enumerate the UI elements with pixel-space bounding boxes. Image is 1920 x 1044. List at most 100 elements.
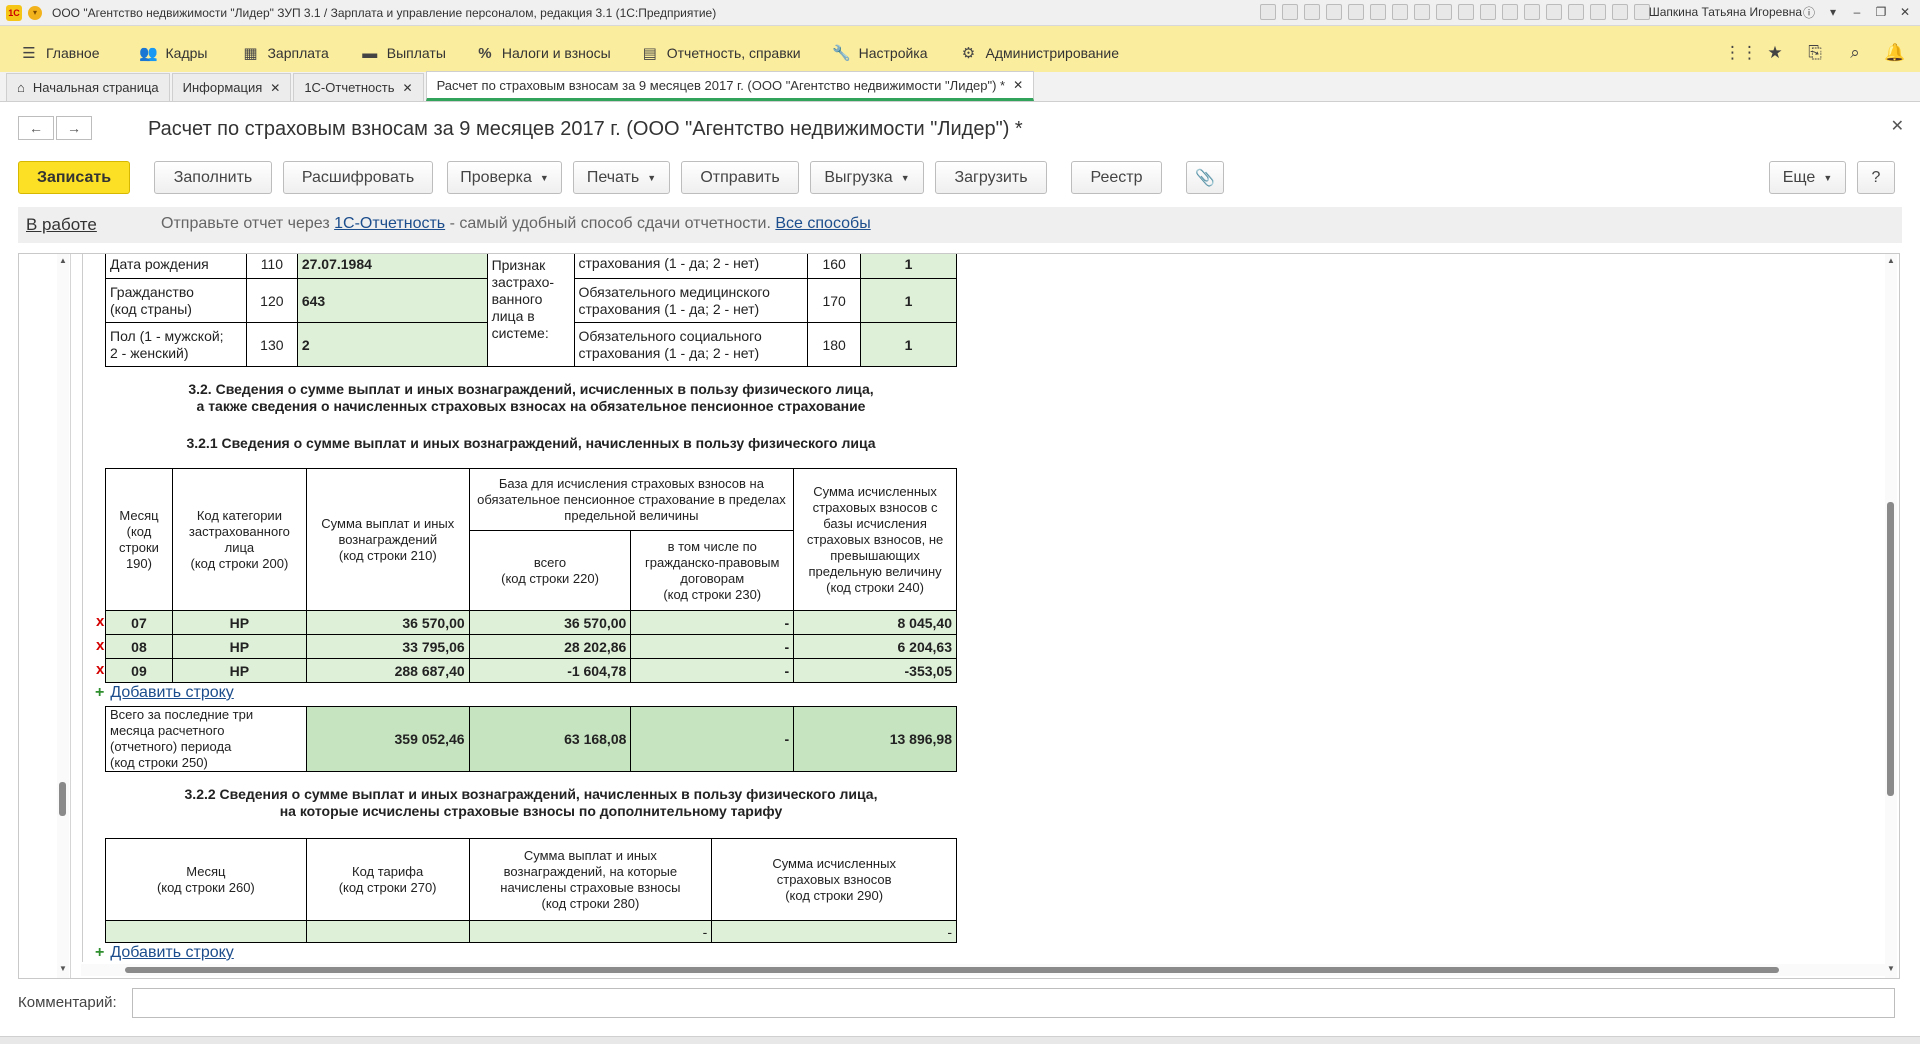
category-cell[interactable]: НР <box>171 658 307 683</box>
registry-button[interactable]: Реестр <box>1071 161 1162 194</box>
print-button[interactable]: Печать ▼ <box>573 161 670 194</box>
restore-icon[interactable]: ❐ <box>1870 2 1892 22</box>
category-cell[interactable]: НР <box>171 634 307 659</box>
upload-icon[interactable] <box>1304 4 1320 20</box>
copy-icon[interactable] <box>1480 4 1496 20</box>
search-icon[interactable] <box>1546 4 1562 20</box>
1c-reporting-link[interactable]: 1С-Отчетность <box>334 215 445 232</box>
contrib-cell[interactable]: 6 204,63 <box>793 634 957 659</box>
scroll-up-icon[interactable]: ▲ <box>1886 256 1896 268</box>
info-icon[interactable] <box>1634 4 1650 20</box>
left-scrollbar[interactable]: ▲ ▼ <box>57 254 69 978</box>
delete-row-icon[interactable]: x <box>96 613 104 630</box>
memory-plus-icon[interactable] <box>1414 4 1430 20</box>
birth-date-field[interactable]: 27.07.1984 <box>296 254 488 279</box>
base-civil-cell[interactable]: - <box>630 658 795 683</box>
tab-report[interactable]: Расчет по страховым взносам за 9 месяцев… <box>425 71 1035 101</box>
close-tab-icon[interactable]: ✕ <box>403 81 413 95</box>
memory-minus-icon[interactable] <box>1436 4 1452 20</box>
calendar-icon[interactable] <box>1370 4 1386 20</box>
payments-cell[interactable]: 33 795,06 <box>305 634 470 659</box>
help-button[interactable]: ? <box>1857 161 1895 194</box>
bell-icon[interactable]: 🔔 <box>1884 43 1906 63</box>
scroll-up-icon[interactable]: ▲ <box>58 256 68 268</box>
medical-insurance-field[interactable]: 1 <box>860 278 957 323</box>
chevron-down-icon[interactable]: ▾ <box>1822 2 1844 22</box>
window-icon[interactable] <box>1590 4 1606 20</box>
close-form-icon[interactable]: ✕ <box>1891 116 1904 136</box>
check-button[interactable]: Проверка ▼ <box>447 161 562 194</box>
category-cell[interactable]: НР <box>171 610 307 635</box>
month-cell[interactable]: 07 <box>105 610 173 635</box>
add-row-link[interactable]: Добавить строку <box>110 684 233 701</box>
help-circle-icon[interactable]: ⓘ <box>1798 2 1820 22</box>
delete-row-icon[interactable]: x <box>96 637 104 654</box>
close-tab-icon[interactable]: ✕ <box>270 81 280 95</box>
panel-icon[interactable] <box>1612 4 1628 20</box>
base-total-cell[interactable]: -1 604,78 <box>468 658 632 683</box>
import-button[interactable]: Загрузить <box>935 161 1047 194</box>
document-icon[interactable] <box>1458 4 1474 20</box>
grid-icon[interactable]: ⋮⋮ <box>1724 43 1758 63</box>
scroll-thumb[interactable] <box>1887 502 1894 796</box>
print-icon[interactable] <box>1282 4 1298 20</box>
save-button[interactable]: Записать <box>18 161 130 194</box>
all-methods-link[interactable]: Все способы <box>775 215 870 232</box>
star-icon[interactable]: ★ <box>1764 43 1786 63</box>
memory-icon[interactable] <box>1392 4 1408 20</box>
status-link[interactable]: В работе <box>26 215 97 235</box>
export-button[interactable]: Выгрузка ▼ <box>810 161 924 194</box>
month-cell[interactable]: 09 <box>105 658 173 683</box>
base-total-cell[interactable]: 36 570,00 <box>468 610 632 635</box>
more-button[interactable]: Еще ▼ <box>1769 161 1846 194</box>
pension-insurance-field[interactable]: 1 <box>860 254 957 279</box>
tab-info[interactable]: Информация ✕ <box>171 73 292 101</box>
search-icon[interactable]: ⌕ <box>1844 43 1866 63</box>
contrib-cell[interactable]: -353,05 <box>793 658 957 683</box>
document-vscroll[interactable]: ▲ ▼ <box>1885 254 1897 978</box>
mail-icon[interactable] <box>1326 4 1342 20</box>
payments-cell[interactable]: 288 687,40 <box>305 658 470 683</box>
send-button[interactable]: Отправить <box>681 161 799 194</box>
history-icon[interactable]: ⎘ <box>1804 43 1826 63</box>
base-civil-cell[interactable]: - <box>630 634 795 659</box>
attach-button[interactable]: 📎 <box>1186 161 1224 194</box>
zoom-in-icon[interactable] <box>1568 4 1584 20</box>
month-cell[interactable]: 08 <box>105 634 173 659</box>
undo-icon[interactable] <box>1502 4 1518 20</box>
scroll-down-icon[interactable]: ▼ <box>58 964 68 976</box>
tab-1c-reporting[interactable]: 1С-Отчетность ✕ <box>293 73 424 101</box>
scroll-thumb[interactable] <box>125 967 1779 973</box>
back-button[interactable]: ← <box>18 116 54 140</box>
tab-home[interactable]: ⌂ Начальная страница <box>6 73 170 101</box>
save-icon[interactable] <box>1260 4 1276 20</box>
social-insurance-field[interactable]: 1 <box>860 322 957 367</box>
comment-field[interactable] <box>132 988 1895 1018</box>
add-row-link[interactable]: Добавить строку <box>110 944 233 961</box>
delete-row-icon[interactable]: x <box>96 661 104 678</box>
gender-field[interactable]: 2 <box>296 322 488 367</box>
close-window-icon[interactable]: ✕ <box>1894 2 1916 22</box>
current-user[interactable]: Шапкина Татьяна Игоревна <box>1649 5 1802 19</box>
payments-cell[interactable]: - <box>468 920 713 943</box>
close-tab-icon[interactable]: ✕ <box>1013 78 1023 92</box>
base-civil-cell[interactable]: - <box>630 610 795 635</box>
scroll-down-icon[interactable]: ▼ <box>1886 964 1896 976</box>
payments-cell[interactable]: 36 570,00 <box>305 610 470 635</box>
personal-code: 120 <box>245 278 298 323</box>
spreadsheet-icon[interactable] <box>1348 4 1364 20</box>
document-hscroll[interactable] <box>81 964 1887 976</box>
minimize-icon[interactable]: – <box>1846 2 1868 22</box>
redo-icon[interactable] <box>1524 4 1540 20</box>
tariff-cell[interactable] <box>305 920 470 943</box>
base-total-cell[interactable]: 28 202,86 <box>468 634 632 659</box>
month-cell[interactable] <box>105 920 307 943</box>
citizenship-field[interactable]: 643 <box>296 278 488 323</box>
main-menu-icon[interactable]: ▾ <box>28 5 42 20</box>
contrib-cell[interactable]: 8 045,40 <box>793 610 957 635</box>
contrib-cell[interactable]: - <box>711 920 957 943</box>
decode-button[interactable]: Расшифровать <box>283 161 433 194</box>
scroll-thumb[interactable] <box>59 782 66 816</box>
forward-button[interactable]: → <box>56 116 92 140</box>
fill-button[interactable]: Заполнить <box>154 161 272 194</box>
